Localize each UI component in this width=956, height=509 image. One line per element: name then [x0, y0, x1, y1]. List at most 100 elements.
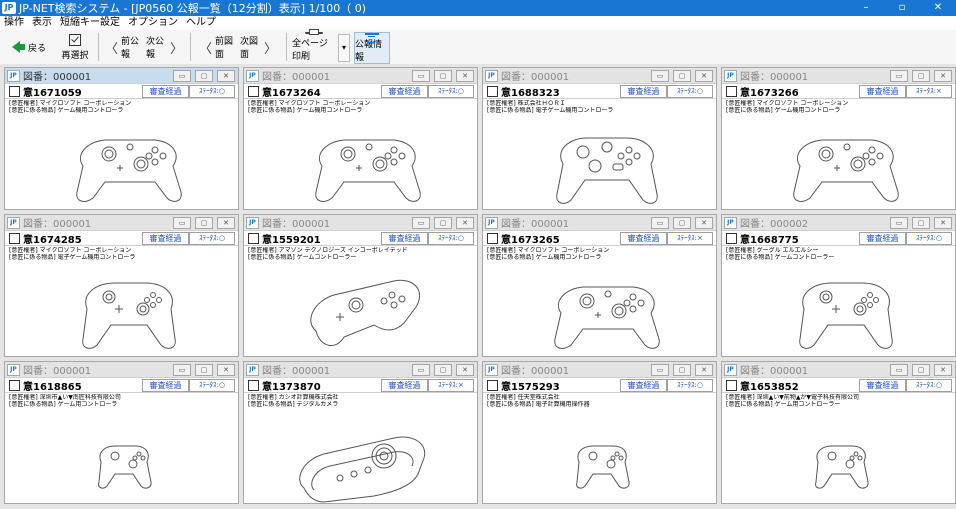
publication-panel[interactable]: JP 図番：000001 ▭ ▢ ✕ 意1373870 審査経過 ｽﾃｰﾀｽ:×…: [243, 361, 478, 504]
design-drawing[interactable]: [483, 114, 716, 209]
publication-panel[interactable]: JP 図番：000001 ▭ ▢ ✕ 意1673266 審査経過 ｽﾃｰﾀｽ:×…: [721, 67, 956, 210]
panel-minimize-button[interactable]: ▭: [651, 364, 669, 376]
design-drawing[interactable]: [244, 408, 477, 503]
status-button[interactable]: ｽﾃｰﾀｽ:○: [667, 379, 713, 392]
status-button[interactable]: ｽﾃｰﾀｽ:○: [906, 232, 952, 245]
panel-select-checkbox[interactable]: [9, 232, 20, 244]
review-history-button[interactable]: 審査経過: [859, 232, 906, 245]
publication-panel[interactable]: JP 図番：000001 ▭ ▢ ✕ 意1618865 審査経過 ｽﾃｰﾀｽ:○…: [4, 361, 239, 504]
panel-minimize-button[interactable]: ▭: [173, 364, 191, 376]
panel-select-checkbox[interactable]: [248, 379, 259, 391]
panel-maximize-button[interactable]: ▢: [195, 364, 213, 376]
minimize-button[interactable]: –: [848, 0, 884, 16]
panel-close-button[interactable]: ✕: [217, 364, 235, 376]
panel-select-checkbox[interactable]: [487, 232, 498, 244]
panel-close-button[interactable]: ✕: [934, 70, 952, 82]
prev-publication-button[interactable]: 〈 前公報: [102, 32, 146, 62]
publication-panel[interactable]: JP 図番：000002 ▭ ▢ ✕ 意1668775 審査経過 ｽﾃｰﾀｽ:○…: [721, 214, 956, 357]
panel-close-button[interactable]: ✕: [695, 364, 713, 376]
panel-minimize-button[interactable]: ▭: [412, 70, 430, 82]
panel-select-checkbox[interactable]: [726, 85, 737, 97]
print-all-button[interactable]: 全ページ印刷: [292, 29, 336, 62]
review-history-button[interactable]: 審査経過: [142, 232, 189, 245]
menu-shortcut-settings[interactable]: 短縮キー設定: [56, 16, 124, 30]
design-drawing[interactable]: [5, 408, 238, 503]
status-button[interactable]: ｽﾃｰﾀｽ:○: [428, 232, 474, 245]
next-publication-button[interactable]: 次公報 〉: [146, 32, 186, 62]
print-options-dropdown[interactable]: ▾: [338, 34, 350, 62]
panel-select-checkbox[interactable]: [248, 232, 259, 244]
panel-maximize-button[interactable]: ▢: [434, 364, 452, 376]
panel-maximize-button[interactable]: ▢: [912, 70, 930, 82]
panel-select-checkbox[interactable]: [726, 379, 737, 391]
review-history-button[interactable]: 審査経過: [381, 85, 428, 98]
design-drawing[interactable]: [244, 261, 477, 356]
publication-panel[interactable]: JP 図番：000001 ▭ ▢ ✕ 意1575293 審査経過 ｽﾃｰﾀｽ:○…: [482, 361, 717, 504]
status-button[interactable]: ｽﾃｰﾀｽ:×: [906, 85, 952, 98]
prev-figure-button[interactable]: 〈 前図面: [196, 32, 240, 62]
menu-operation[interactable]: 操作: [0, 16, 28, 30]
design-drawing[interactable]: [483, 408, 716, 503]
panel-maximize-button[interactable]: ▢: [912, 217, 930, 229]
status-button[interactable]: ｽﾃｰﾀｽ:×: [667, 232, 713, 245]
panel-minimize-button[interactable]: ▭: [651, 70, 669, 82]
status-button[interactable]: ｽﾃｰﾀｽ:○: [189, 85, 235, 98]
publication-panel[interactable]: JP 図番：000001 ▭ ▢ ✕ 意1671059 審査経過 ｽﾃｰﾀｽ:○…: [4, 67, 239, 210]
publication-panel[interactable]: JP 図番：000001 ▭ ▢ ✕ 意1673265 審査経過 ｽﾃｰﾀｽ:×…: [482, 214, 717, 357]
panel-maximize-button[interactable]: ▢: [673, 70, 691, 82]
panel-minimize-button[interactable]: ▭: [412, 217, 430, 229]
panel-select-checkbox[interactable]: [9, 85, 20, 97]
review-history-button[interactable]: 審査経過: [381, 379, 428, 392]
review-history-button[interactable]: 審査経過: [620, 232, 667, 245]
panel-minimize-button[interactable]: ▭: [173, 70, 191, 82]
next-figure-button[interactable]: 次図面 〉: [240, 32, 280, 62]
panel-select-checkbox[interactable]: [726, 232, 737, 244]
publication-panel[interactable]: JP 図番：000001 ▭ ▢ ✕ 意1688323 審査経過 ｽﾃｰﾀｽ:○…: [482, 67, 717, 210]
close-button[interactable]: ✕: [920, 0, 956, 16]
review-history-button[interactable]: 審査経過: [142, 379, 189, 392]
panel-close-button[interactable]: ✕: [217, 70, 235, 82]
panel-close-button[interactable]: ✕: [456, 70, 474, 82]
status-button[interactable]: ｽﾃｰﾀｽ:○: [189, 232, 235, 245]
menu-help[interactable]: ヘルプ: [182, 16, 220, 30]
panel-close-button[interactable]: ✕: [695, 70, 713, 82]
reselect-button[interactable]: 再選択: [58, 32, 92, 62]
menu-view[interactable]: 表示: [28, 16, 56, 30]
design-drawing[interactable]: [483, 261, 716, 356]
review-history-button[interactable]: 審査経過: [859, 85, 906, 98]
publication-panel[interactable]: JP 図番：000001 ▭ ▢ ✕ 意1673264 審査経過 ｽﾃｰﾀｽ:○…: [243, 67, 478, 210]
panel-select-checkbox[interactable]: [9, 379, 20, 391]
design-drawing[interactable]: [722, 114, 955, 209]
design-drawing[interactable]: [722, 408, 955, 503]
panel-maximize-button[interactable]: ▢: [912, 364, 930, 376]
panel-minimize-button[interactable]: ▭: [890, 364, 908, 376]
menu-options[interactable]: オプション: [124, 16, 182, 30]
review-history-button[interactable]: 審査経過: [381, 232, 428, 245]
panel-maximize-button[interactable]: ▢: [673, 364, 691, 376]
panel-maximize-button[interactable]: ▢: [434, 70, 452, 82]
publication-info-button[interactable]: 公報情報: [354, 32, 390, 64]
panel-minimize-button[interactable]: ▭: [890, 70, 908, 82]
maximize-button[interactable]: ▫: [884, 0, 920, 16]
design-drawing[interactable]: [244, 114, 477, 209]
panel-close-button[interactable]: ✕: [934, 364, 952, 376]
status-button[interactable]: ｽﾃｰﾀｽ:○: [906, 379, 952, 392]
status-button[interactable]: ｽﾃｰﾀｽ:○: [667, 85, 713, 98]
review-history-button[interactable]: 審査経過: [142, 85, 189, 98]
review-history-button[interactable]: 審査経過: [859, 379, 906, 392]
status-button[interactable]: ｽﾃｰﾀｽ:○: [428, 85, 474, 98]
panel-close-button[interactable]: ✕: [456, 364, 474, 376]
design-drawing[interactable]: [722, 261, 955, 356]
panel-maximize-button[interactable]: ▢: [673, 217, 691, 229]
publication-panel[interactable]: JP 図番：000001 ▭ ▢ ✕ 意1653852 審査経過 ｽﾃｰﾀｽ:○…: [721, 361, 956, 504]
status-button[interactable]: ｽﾃｰﾀｽ:○: [189, 379, 235, 392]
panel-select-checkbox[interactable]: [487, 85, 498, 97]
panel-maximize-button[interactable]: ▢: [195, 70, 213, 82]
panel-close-button[interactable]: ✕: [456, 217, 474, 229]
panel-minimize-button[interactable]: ▭: [651, 217, 669, 229]
panel-close-button[interactable]: ✕: [695, 217, 713, 229]
publication-panel[interactable]: JP 図番：000001 ▭ ▢ ✕ 意1674285 審査経過 ｽﾃｰﾀｽ:○…: [4, 214, 239, 357]
status-button[interactable]: ｽﾃｰﾀｽ:×: [428, 379, 474, 392]
panel-minimize-button[interactable]: ▭: [173, 217, 191, 229]
panel-minimize-button[interactable]: ▭: [890, 217, 908, 229]
